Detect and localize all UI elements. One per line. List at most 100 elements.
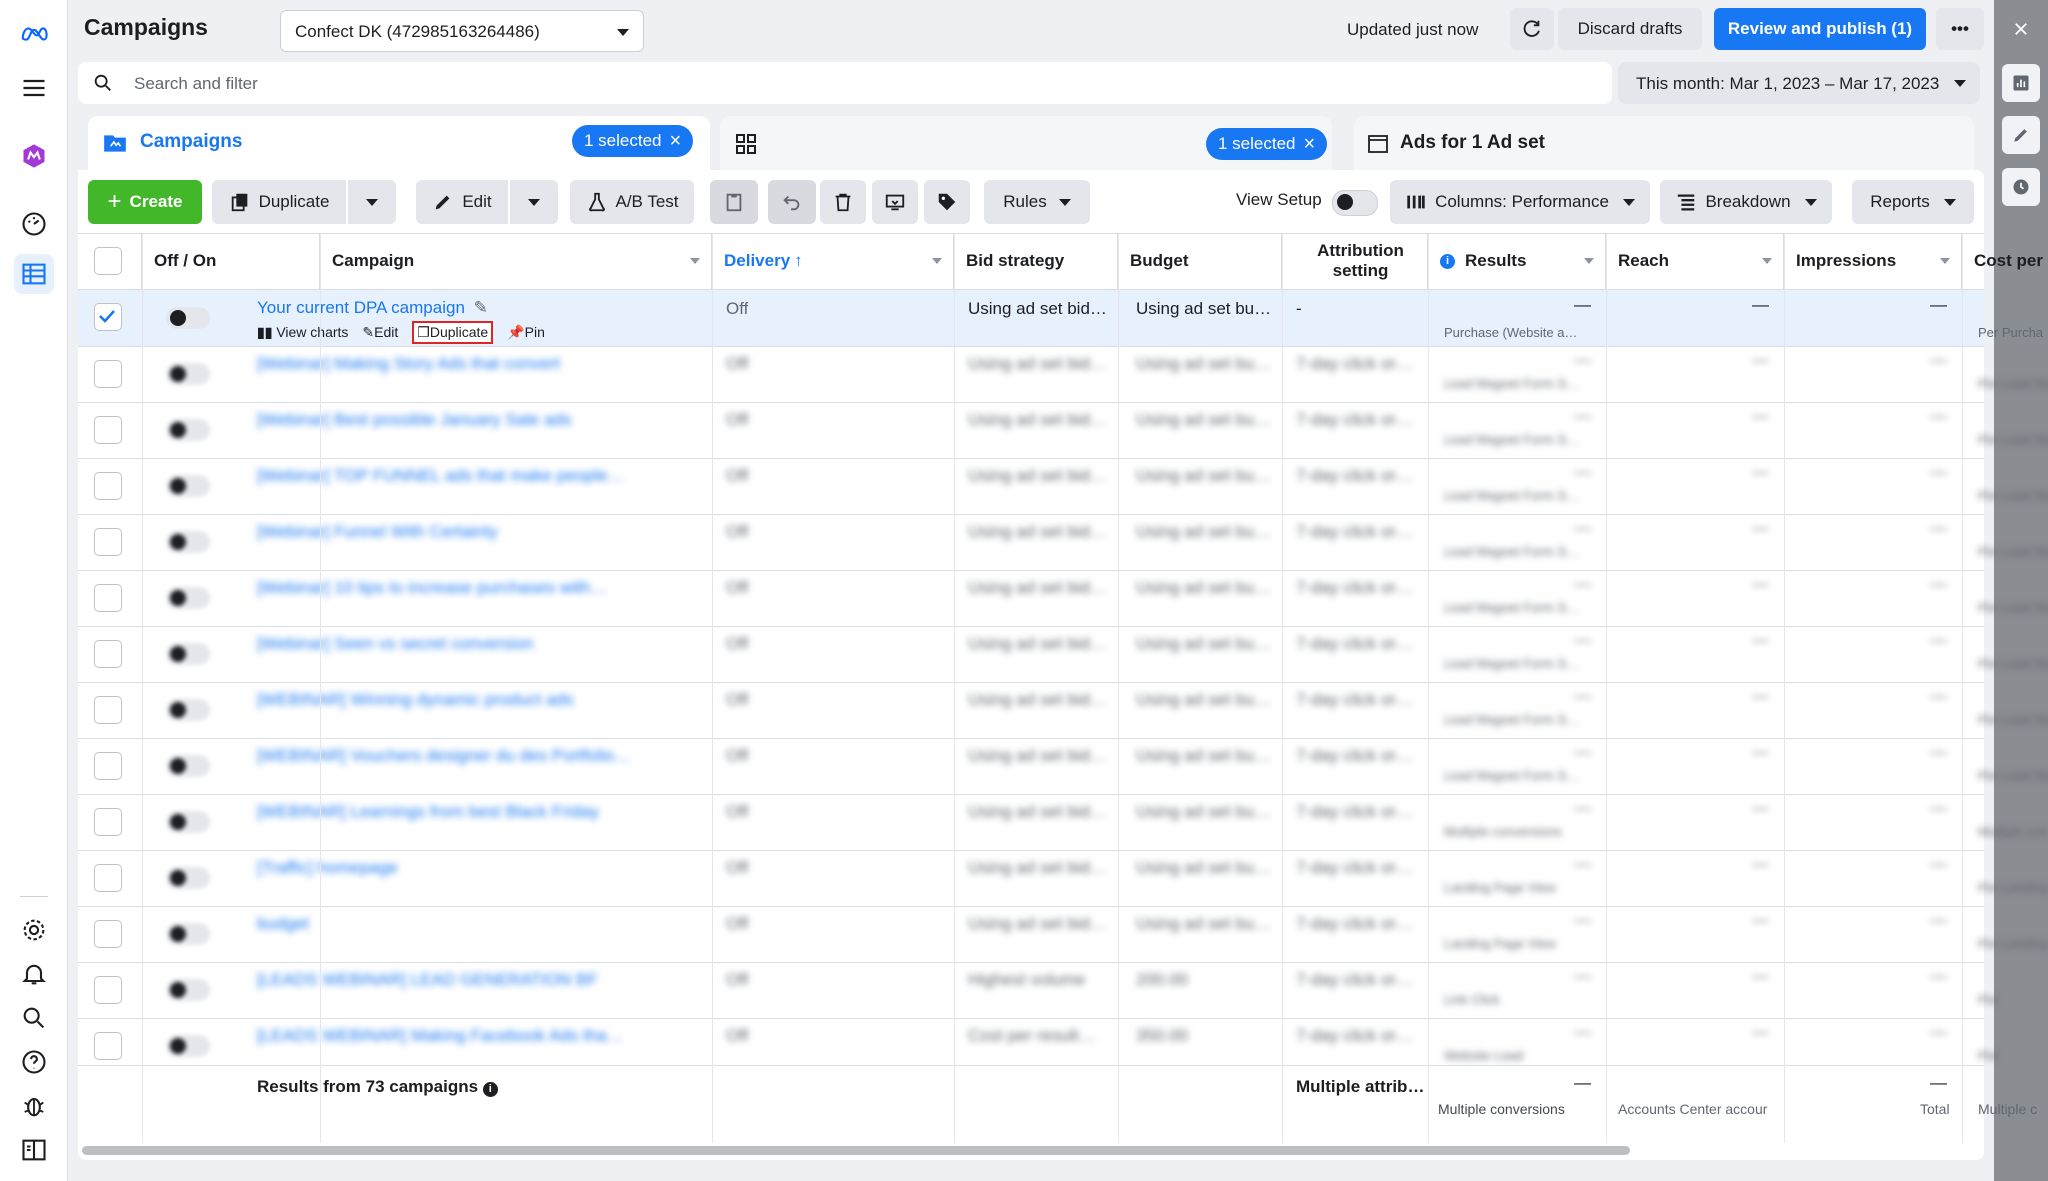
search-input[interactable]: Search and filter [78,62,1612,104]
tab-ads[interactable]: Ads for 1 Ad set [1354,116,1974,170]
column-header-bid-strategy[interactable]: Bid strategy [954,233,1118,289]
row-checkbox[interactable] [94,640,122,668]
column-header-delivery[interactable]: Delivery ↑ [712,233,954,289]
campaign-name-link[interactable]: [LEADS WEBINAR] LEAD GENERATION BF [257,970,637,990]
tag-button[interactable] [924,180,970,224]
campaign-toggle[interactable] [166,811,210,833]
ads-manager-icon[interactable] [14,136,54,176]
campaign-toggle[interactable] [166,307,210,329]
row-checkbox[interactable] [94,864,122,892]
panel-toggle-icon[interactable] [14,1130,54,1170]
row-checkbox[interactable] [94,976,122,1004]
edit-action[interactable]: ✎Edit [362,324,398,341]
campaign-name-link[interactable]: [LEADS WEBINAR] Making Facebook Ads tha… [257,1026,637,1046]
duplicate-button[interactable]: Duplicate [212,180,346,224]
selected-filter-pill[interactable]: 1 selected × [1206,128,1328,160]
campaign-toggle[interactable] [166,699,210,721]
column-header-campaign[interactable]: Campaign [320,233,712,289]
tab-adsets[interactable]: 1 selected × [720,116,1332,170]
close-icon[interactable]: × [1304,133,1316,156]
account-selector[interactable]: Confect DK (472985163264486) [280,10,644,52]
campaign-toggle[interactable] [166,363,210,385]
campaign-name-link[interactable]: [Webinar] Making Story Ads that convert [257,354,637,374]
campaign-name-link[interactable]: [Traffic] homepage [257,858,637,878]
dashboard-icon[interactable] [14,204,54,244]
refresh-button[interactable] [1510,8,1554,50]
campaign-toggle[interactable] [166,867,210,889]
campaign-name-link[interactable]: [Webinar] Seen vs secret conversion [257,634,637,654]
row-checkbox[interactable] [94,416,122,444]
column-header-impressions[interactable]: Impressions [1784,233,1962,289]
row-checkbox[interactable] [94,696,122,724]
campaign-name-link[interactable]: budget [257,914,637,934]
preview-button[interactable] [872,180,918,224]
edit-dropdown[interactable] [510,180,558,224]
duplicate-action[interactable]: ❐Duplicate [412,321,494,344]
tab-campaigns[interactable]: Campaigns 1 selected × [88,116,710,170]
more-options-button[interactable]: ••• [1936,8,1984,50]
delete-button[interactable] [820,180,866,224]
campaign-toggle[interactable] [166,643,210,665]
info-icon[interactable]: i [482,1082,498,1097]
campaign-name-link[interactable]: [Webinar] TOP FUNNEL ads that make peopl… [257,466,637,486]
campaigns-table-icon[interactable] [14,254,54,294]
edit-panel-icon[interactable] [2002,116,2040,154]
row-checkbox[interactable] [94,920,122,948]
row-checkbox[interactable] [94,528,122,556]
breakdown-button[interactable]: Breakdown [1660,180,1832,224]
campaign-name-link[interactable]: [WEBINAR] Learnings from best Black Frid… [257,802,637,822]
row-checkbox[interactable] [94,360,122,388]
meta-logo-icon[interactable] [14,14,54,54]
campaign-name-link[interactable]: [Webinar] Best possible January Sale ads [257,410,637,430]
column-header-toggle[interactable]: Off / On [142,233,320,289]
column-header-cost[interactable]: Cost per res [1962,233,2048,289]
campaign-name-link[interactable]: [Webinar] Funnel With Certainty [257,522,637,542]
rules-button[interactable]: Rules [984,180,1090,224]
column-header-reach[interactable]: Reach [1606,233,1784,289]
row-checkbox[interactable] [94,808,122,836]
help-icon[interactable] [14,1042,54,1082]
review-publish-button[interactable]: Review and publish (1) [1714,8,1926,50]
campaign-toggle[interactable] [166,923,210,945]
campaign-toggle[interactable] [166,475,210,497]
column-header-attribution[interactable]: Attribution setting [1282,233,1428,289]
settings-icon[interactable] [14,910,54,950]
horizontal-scrollbar[interactable] [82,1146,1630,1155]
campaign-toggle[interactable] [166,1035,210,1057]
campaign-toggle[interactable] [166,587,210,609]
campaign-toggle[interactable] [166,755,210,777]
campaign-name-link[interactable]: [WEBINAR] Vouchers designer du des Portf… [257,746,637,766]
search-icon[interactable] [14,998,54,1038]
edit-button[interactable]: Edit [416,180,508,224]
bug-report-icon[interactable] [14,1086,54,1126]
close-icon[interactable] [2002,10,2040,48]
row-checkbox[interactable] [94,472,122,500]
notifications-icon[interactable] [14,954,54,994]
row-checkbox-checked[interactable] [94,303,122,331]
discard-drafts-button[interactable]: Discard drafts [1558,8,1702,50]
row-checkbox[interactable] [94,752,122,780]
columns-button[interactable]: Columns: Performance [1390,180,1650,224]
campaign-toggle[interactable] [166,419,210,441]
campaign-name-link[interactable]: [WEBINAR] Winning dynamic product ads [257,690,637,710]
create-button[interactable]: + Create [88,180,202,224]
close-icon[interactable]: × [670,130,682,153]
campaign-toggle[interactable] [166,979,210,1001]
view-charts-action[interactable]: ▮▮ View charts [257,324,348,341]
menu-icon[interactable] [14,68,54,108]
campaign-name-link[interactable]: Your current DPA campaign ✎ [257,298,507,318]
row-checkbox[interactable] [94,1032,122,1060]
charts-panel-icon[interactable] [2002,64,2040,102]
pin-action[interactable]: 📌Pin [507,324,545,341]
duplicate-dropdown[interactable] [348,180,396,224]
row-checkbox[interactable] [94,584,122,612]
reports-button[interactable]: Reports [1852,180,1974,224]
date-range-picker[interactable]: This month: Mar 1, 2023 – Mar 17, 2023 [1618,62,1980,104]
view-setup-toggle[interactable] [1332,190,1378,216]
campaign-toggle[interactable] [166,531,210,553]
ab-test-button[interactable]: A/B Test [570,180,694,224]
column-header-budget[interactable]: Budget [1118,233,1282,289]
selected-filter-pill[interactable]: 1 selected × [572,125,694,157]
undo-button[interactable] [768,180,816,224]
clipboard-button[interactable] [710,180,758,224]
